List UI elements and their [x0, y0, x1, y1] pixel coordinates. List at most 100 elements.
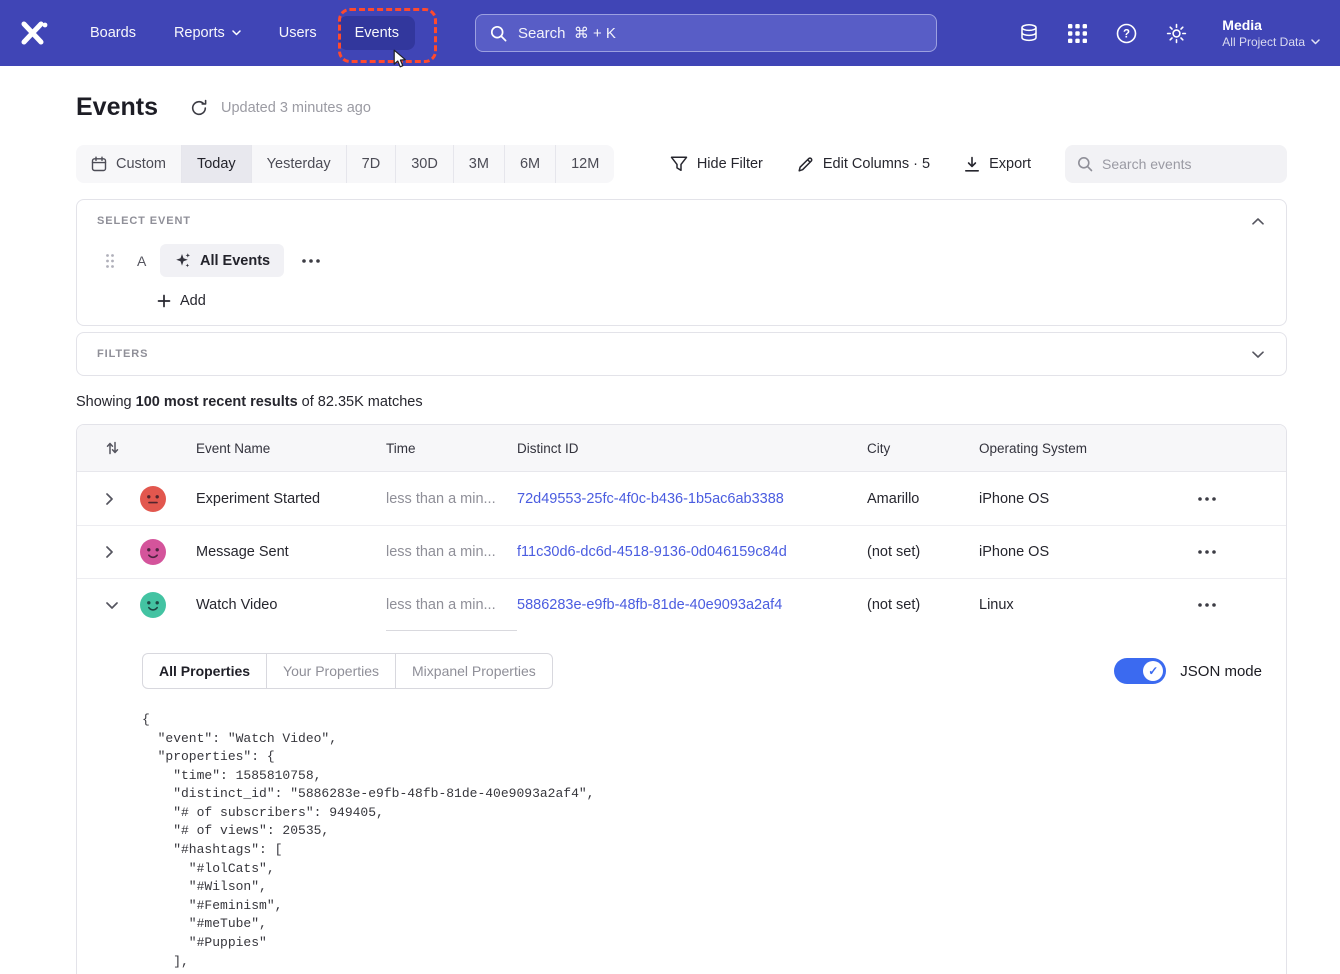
os-cell: iPhone OS: [979, 491, 1193, 507]
table-row-expanded: Watch Video less than a min... 5886283e-…: [77, 578, 1286, 631]
nav-item-reports[interactable]: Reports: [158, 16, 257, 50]
tab-your-properties[interactable]: Your Properties: [266, 654, 395, 688]
global-search[interactable]: [475, 14, 937, 52]
all-events-sparkle-icon: [174, 252, 191, 269]
add-event-button[interactable]: Add: [157, 293, 206, 309]
nav-item-reports-label: Reports: [174, 25, 225, 41]
event-row-letter: A: [137, 253, 151, 269]
column-header-os[interactable]: Operating System: [979, 441, 1193, 456]
hide-filter-button[interactable]: Hide Filter: [670, 156, 763, 172]
event-query-row: A All Events: [77, 244, 1286, 277]
help-icon[interactable]: ?: [1116, 23, 1137, 44]
column-header-event-name[interactable]: Event Name: [196, 441, 386, 456]
select-event-label: SELECT EVENT: [97, 215, 191, 227]
table-header-row: Event Name Time Distinct ID City Operati…: [77, 425, 1286, 472]
city-cell: (not set): [867, 544, 979, 560]
edit-columns-button[interactable]: Edit Columns · 5: [797, 156, 930, 173]
chevron-down-icon: [1311, 39, 1320, 45]
event-name-cell: Watch Video: [196, 597, 386, 613]
data-management-icon[interactable]: [1019, 23, 1039, 43]
toolbar: Custom Today Yesterday 7D 30D 3M 6M 12M …: [76, 145, 1287, 183]
sort-icon[interactable]: [104, 439, 121, 457]
download-icon: [964, 156, 980, 173]
settings-gear-icon[interactable]: [1166, 23, 1187, 44]
user-avatar: [140, 592, 166, 618]
distinct-id-link[interactable]: 5886283e-e9fb-48fb-81de-40e9093a2af4: [517, 597, 867, 613]
funnel-icon: [670, 156, 688, 172]
city-cell: (not set): [867, 597, 979, 613]
properties-tab-group: All Properties Your Properties Mixpanel …: [142, 653, 553, 689]
main-content: Events Updated 3 minutes ago Custom Toda…: [0, 93, 1340, 974]
city-cell: Amarillo: [867, 491, 979, 507]
project-name: Media: [1222, 17, 1320, 33]
global-search-input[interactable]: [518, 25, 922, 42]
pencil-icon: [797, 156, 814, 173]
expand-filters-icon[interactable]: [1250, 349, 1266, 360]
collapse-section-icon[interactable]: [1250, 216, 1266, 227]
project-scope-label: All Project Data: [1222, 35, 1305, 49]
json-mode-label: JSON mode: [1180, 663, 1262, 680]
page-header: Events Updated 3 minutes ago: [76, 93, 1287, 122]
event-json-viewer: { "event": "Watch Video", "properties": …: [142, 711, 1262, 971]
column-header-time[interactable]: Time: [386, 441, 517, 456]
event-detail-panel: All Properties Your Properties Mixpanel …: [77, 631, 1286, 974]
date-range-30d[interactable]: 30D: [395, 145, 453, 183]
expand-row-icon[interactable]: [104, 544, 115, 560]
nav-item-events[interactable]: Events: [339, 16, 415, 50]
expand-row-icon[interactable]: [104, 491, 115, 507]
tab-all-properties[interactable]: All Properties: [143, 654, 266, 688]
last-updated-text: Updated 3 minutes ago: [221, 100, 371, 116]
search-events-box[interactable]: [1065, 145, 1287, 183]
row-menu-icon[interactable]: [1193, 598, 1221, 612]
svg-text:?: ?: [1123, 28, 1130, 40]
date-range-12m[interactable]: 12M: [555, 145, 614, 183]
row-menu-icon[interactable]: [1193, 492, 1221, 506]
user-avatar: [140, 539, 166, 565]
date-range-custom[interactable]: Custom: [76, 145, 181, 183]
toolbar-right: Hide Filter Edit Columns · 5 Export: [670, 145, 1287, 183]
select-event-section: SELECT EVENT A All Events Add: [76, 199, 1287, 326]
nav-item-users[interactable]: Users: [263, 16, 333, 50]
date-range-yesterday[interactable]: Yesterday: [251, 145, 346, 183]
date-range-3m[interactable]: 3M: [453, 145, 504, 183]
event-row-menu-icon[interactable]: [297, 254, 325, 268]
refresh-icon[interactable]: [190, 99, 208, 117]
mixpanel-logo[interactable]: [20, 19, 54, 47]
top-navbar: Boards Reports Users Events ? Media All …: [0, 0, 1340, 66]
column-header-city[interactable]: City: [867, 441, 979, 456]
filters-section: FILTERS: [76, 332, 1287, 376]
os-cell: Linux: [979, 597, 1193, 613]
row-menu-icon[interactable]: [1193, 545, 1221, 559]
collapse-row-icon[interactable]: [104, 600, 120, 611]
date-range-6m[interactable]: 6M: [504, 145, 555, 183]
column-header-distinct-id[interactable]: Distinct ID: [517, 441, 867, 456]
table-row: Message Sent less than a min... f11c30d6…: [77, 525, 1286, 578]
apps-grid-icon[interactable]: [1068, 24, 1087, 43]
filters-label: FILTERS: [97, 348, 148, 360]
search-events-input[interactable]: [1102, 156, 1275, 172]
drag-handle-icon[interactable]: [105, 253, 115, 269]
project-switcher[interactable]: Media All Project Data: [1222, 17, 1320, 49]
tab-mixpanel-properties[interactable]: Mixpanel Properties: [395, 654, 552, 688]
distinct-id-link[interactable]: f11c30d6-dc6d-4518-9136-0d046159c84d: [517, 544, 867, 560]
event-name-cell: Message Sent: [196, 544, 386, 560]
results-count: 100 most recent results: [136, 394, 298, 410]
export-button[interactable]: Export: [964, 156, 1031, 173]
results-summary: Showing 100 most recent results of 82.35…: [76, 394, 1287, 410]
user-avatar: [140, 486, 166, 512]
time-cell: less than a min...: [386, 579, 517, 631]
page-title: Events: [76, 93, 158, 122]
date-range-group: Custom Today Yesterday 7D 30D 3M 6M 12M: [76, 145, 614, 183]
primary-nav: Boards Reports Users Events: [74, 16, 415, 50]
event-selector-chip[interactable]: All Events: [160, 244, 284, 277]
toggle-check-icon: ✓: [1143, 661, 1163, 681]
nav-item-boards[interactable]: Boards: [74, 16, 152, 50]
date-range-7d[interactable]: 7D: [346, 145, 396, 183]
json-mode-toggle[interactable]: ✓: [1114, 658, 1166, 684]
distinct-id-link[interactable]: 72d49553-25fc-4f0c-b436-1b5ac6ab3388: [517, 491, 867, 507]
chevron-down-icon: [232, 30, 241, 36]
time-cell: less than a min...: [386, 472, 517, 525]
event-selector-label: All Events: [200, 253, 270, 269]
date-range-today[interactable]: Today: [181, 145, 251, 183]
events-table: Event Name Time Distinct ID City Operati…: [76, 424, 1287, 974]
